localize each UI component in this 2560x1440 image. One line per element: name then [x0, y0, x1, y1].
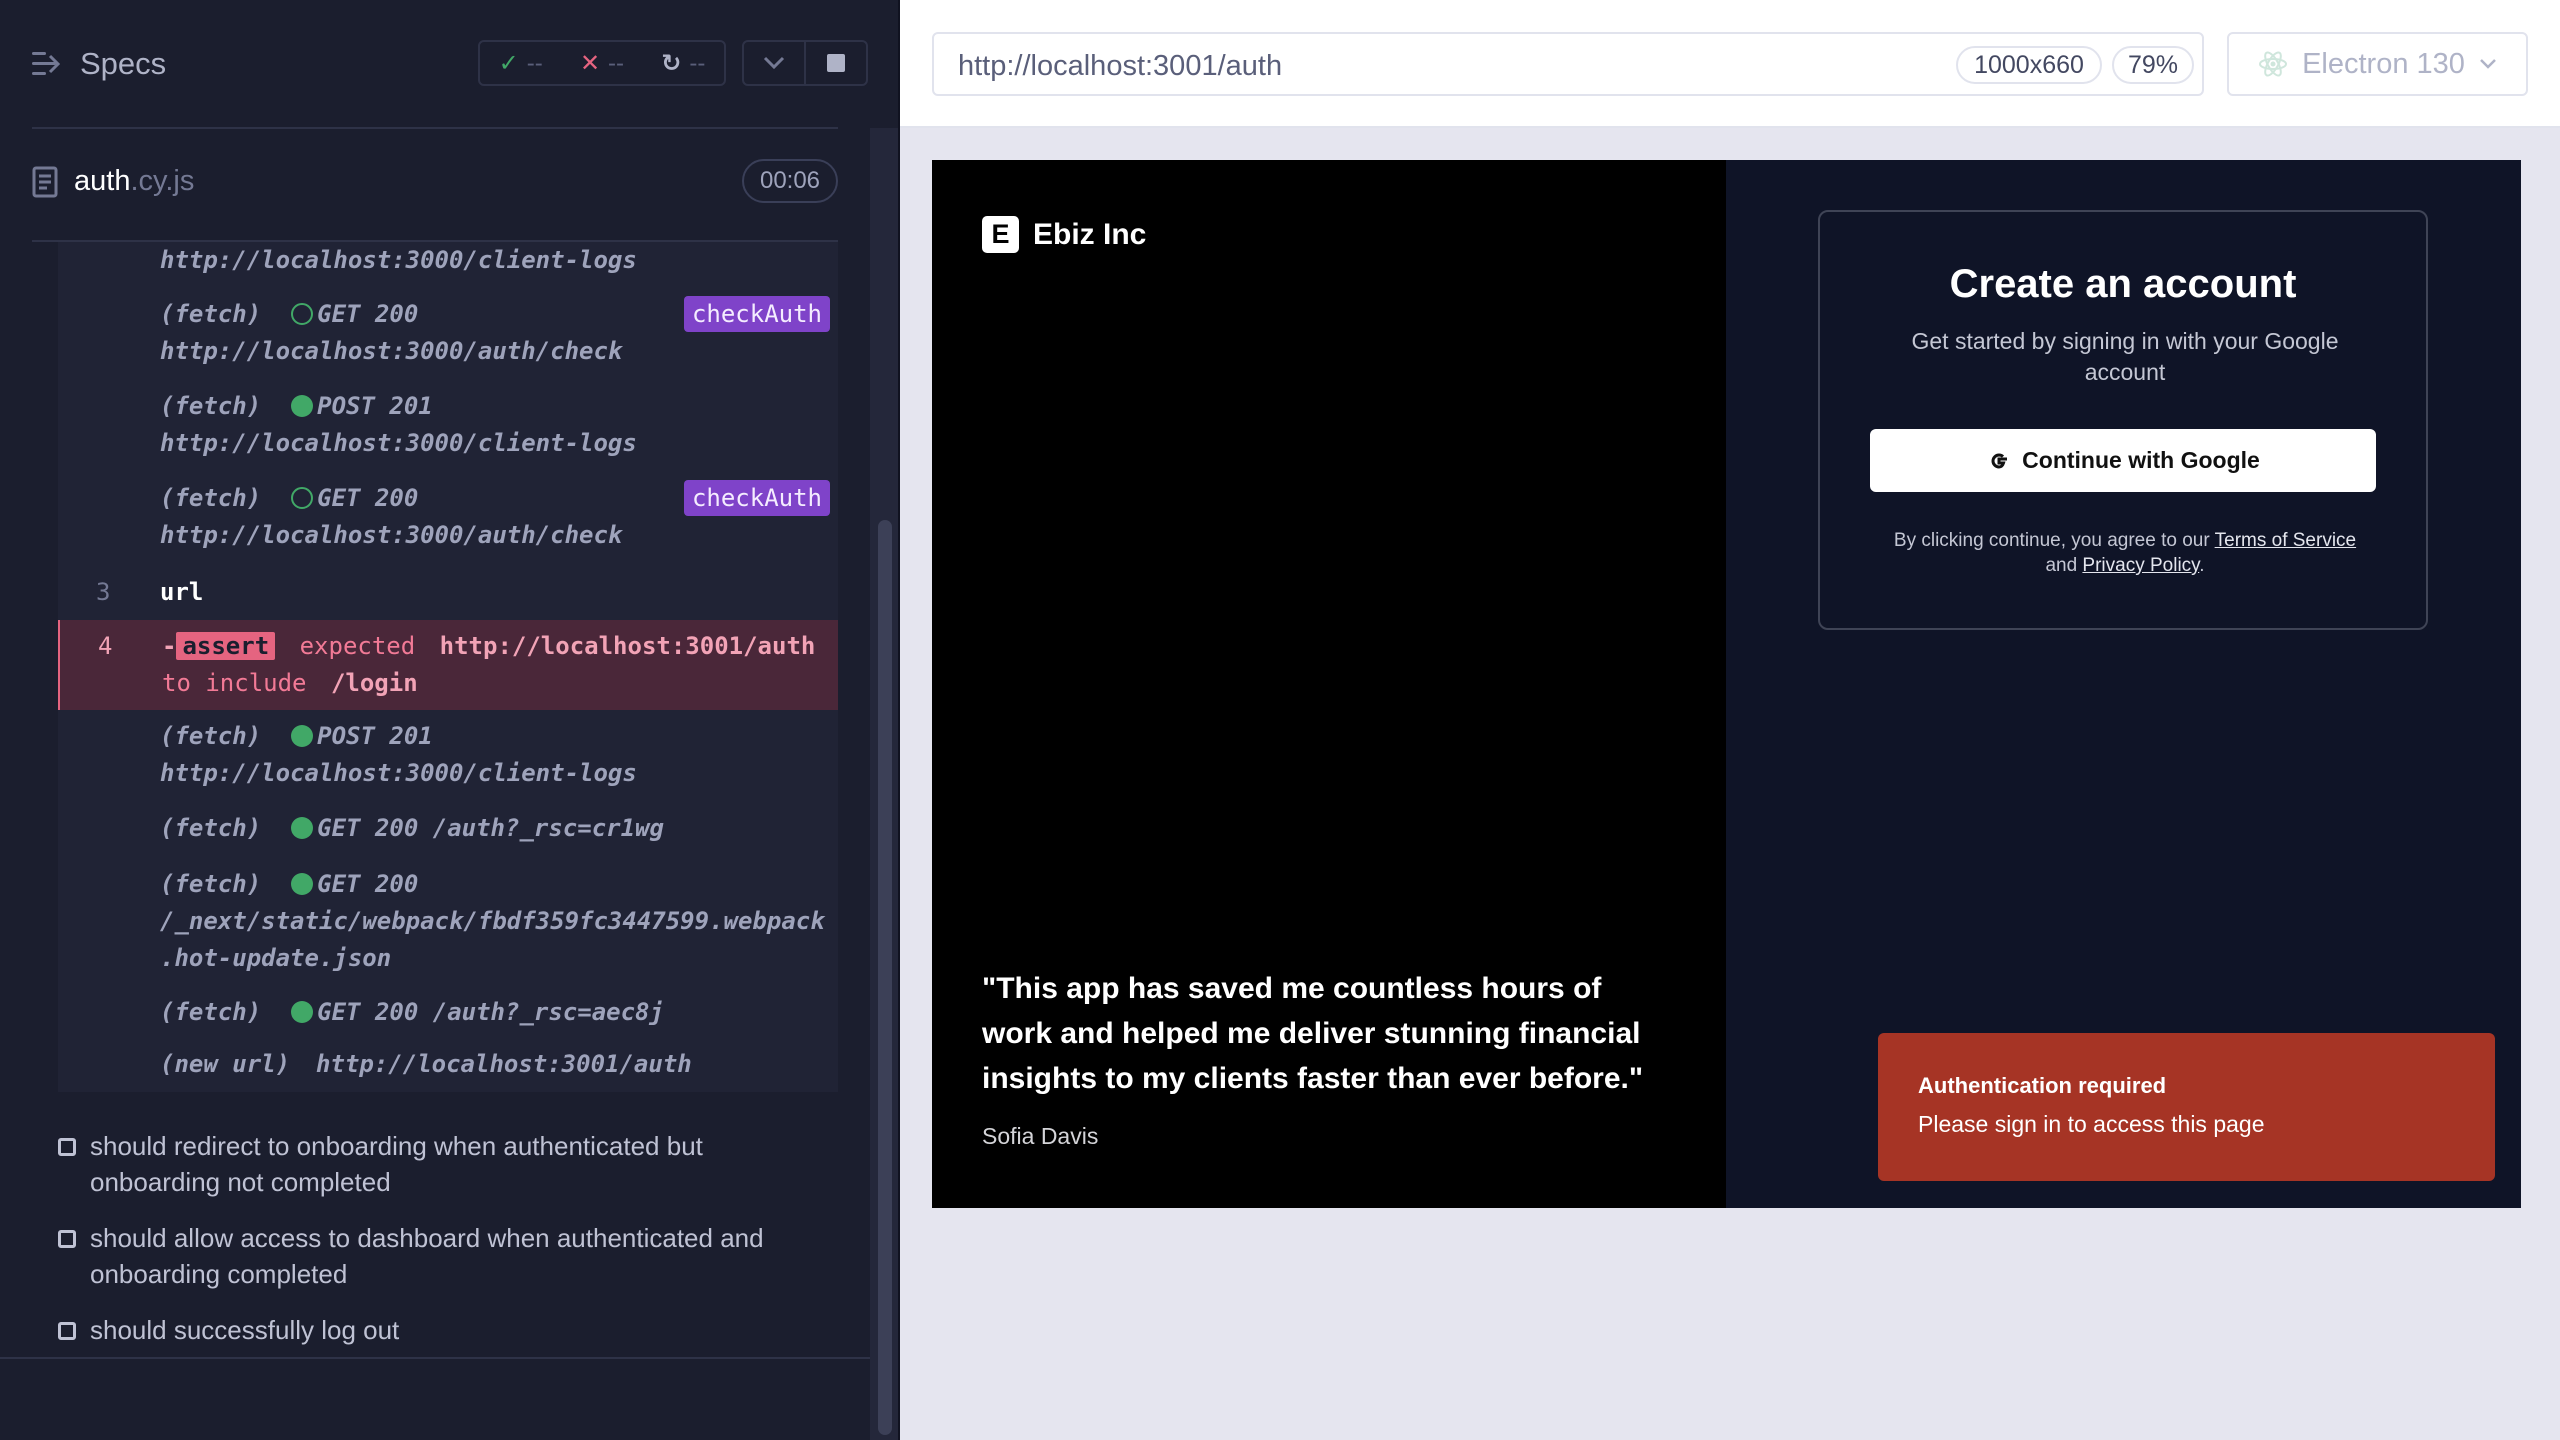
- electron-icon: [2259, 51, 2288, 77]
- google-signin-button[interactable]: Continue with Google: [1870, 429, 2376, 492]
- cypress-reporter: Specs ✓ -- ✕ -- ↻ -- auth.cy.js 00:06 http:…: [0, 0, 900, 1440]
- success-dot-icon: [291, 817, 314, 839]
- privacy-link[interactable]: Privacy Policy: [2082, 555, 2199, 576]
- brand-name: Ebiz Inc: [1033, 217, 1147, 251]
- specs-title: Specs: [80, 46, 167, 81]
- passed-stat: ✓ --: [498, 49, 543, 77]
- document-icon: [32, 166, 58, 197]
- error-toast[interactable]: Authentication required Please sign in t…: [1878, 1033, 2495, 1181]
- cross-icon: ✕: [579, 49, 601, 77]
- command-url[interactable]: 3 url: [58, 570, 838, 616]
- panel-divider[interactable]: [898, 0, 900, 1440]
- success-dot-icon: [291, 1001, 314, 1023]
- log-entry[interactable]: (fetch) GET 200 /auth?_rsc=cr1wg: [58, 810, 838, 850]
- test-pending-icon: [58, 1230, 76, 1248]
- command-log: http://localhost:3000/client-logs (fetch…: [58, 242, 838, 1092]
- assert-badge: assert: [176, 632, 276, 660]
- command-assert-failed[interactable]: 4 - assert expected http://localhost:3001…: [58, 620, 838, 710]
- terms-link[interactable]: Terms of Service: [2215, 530, 2356, 551]
- alias-badge: checkAuth: [683, 480, 830, 516]
- stop-button[interactable]: [804, 42, 866, 84]
- log-entry[interactable]: (fetch) POST 201 http://localhost:3000/cli…: [58, 388, 838, 468]
- toast-message: Please sign in to access this page: [1918, 1111, 2265, 1137]
- test-item[interactable]: should allow access to dashboard when au…: [58, 1220, 838, 1296]
- terms-text: By clicking continue, you agree to our T…: [1893, 530, 2357, 576]
- duration-badge: 00:06: [742, 159, 838, 203]
- testimonial-quote: "This app has saved me countless hours o…: [982, 972, 1644, 1095]
- brand-logo[interactable]: E Ebiz Inc: [982, 216, 1146, 253]
- google-icon: [1991, 452, 2008, 469]
- log-entry[interactable]: (fetch) GET 200 http://localhost:3000/auth…: [58, 480, 838, 560]
- toast-title: Authentication required: [1918, 1073, 2167, 1098]
- stop-icon: [827, 54, 845, 72]
- log-entry[interactable]: (fetch) GET 200 /auth?_rsc=aec8j: [58, 994, 838, 1034]
- log-entry[interactable]: (fetch) POST 201 http://localhost:3000/cli…: [58, 718, 838, 798]
- spinner-icon: ↻: [661, 49, 682, 77]
- reporter-header: Specs ✓ -- ✕ -- ↻ --: [0, 0, 900, 128]
- spec-file-name[interactable]: auth.cy.js: [32, 165, 194, 198]
- aut-viewport: E Ebiz Inc "This app has saved me countl…: [932, 160, 2521, 1208]
- test-pending-icon: [58, 1322, 76, 1340]
- chevron-down-icon: [763, 56, 785, 70]
- specs-toggle[interactable]: Specs: [32, 46, 166, 82]
- browser-label: Electron 130: [2302, 47, 2465, 80]
- expand-button[interactable]: [744, 42, 804, 84]
- log-entry[interactable]: (new url) http://localhost:3001/auth: [58, 1046, 838, 1086]
- test-item[interactable]: should successfully log out: [58, 1312, 838, 1352]
- success-dot-icon: [291, 873, 314, 895]
- test-item[interactable]: should redirect to onboarding when authe…: [58, 1128, 838, 1204]
- testimonial-panel: E Ebiz Inc "This app has saved me countl…: [932, 160, 1726, 1208]
- zoom-badge[interactable]: 79%: [2112, 46, 2194, 84]
- card-title: Create an account: [1949, 262, 2297, 306]
- card-subtitle: Get started by signing in with your Goog…: [1911, 328, 2339, 385]
- log-entry[interactable]: (fetch) GET 200/_next/static/webpack/fbdf…: [58, 866, 838, 978]
- pending-dot-icon: [291, 487, 314, 509]
- pending-dot-icon: [291, 303, 314, 325]
- test-stats: ✓ -- ✕ -- ↻ --: [478, 40, 726, 86]
- success-dot-icon: [291, 395, 314, 417]
- aut-header: http://localhost:3001/auth 1000x660 79% …: [900, 0, 2560, 128]
- signup-card: Create an account Get started by signing…: [1818, 210, 2428, 630]
- viewport-size-badge[interactable]: 1000x660: [1956, 46, 2102, 84]
- check-icon: ✓: [498, 49, 519, 77]
- failed-stat: ✕ --: [579, 49, 625, 77]
- chevron-down-icon: [2480, 59, 2496, 69]
- spec-file-row: auth.cy.js 00:06: [32, 155, 838, 211]
- google-button-label: Continue with Google: [2022, 447, 2260, 473]
- runner-controls: [742, 40, 868, 86]
- auth-panel: Create an account Get started by signing…: [1726, 160, 2521, 1208]
- specs-list-icon: [32, 50, 62, 78]
- success-dot-icon: [291, 725, 314, 747]
- alias-badge: checkAuth: [683, 296, 830, 332]
- browser-selector[interactable]: Electron 130: [2227, 32, 2528, 96]
- testimonial-author: Sofia Davis: [982, 1123, 1099, 1149]
- aut-url: http://localhost:3001/auth: [958, 50, 1283, 82]
- log-entry[interactable]: (fetch) GET 200 http://localhost:3000/auth…: [58, 296, 838, 376]
- brand-mark-icon: E: [982, 216, 1019, 253]
- aut-url-bar[interactable]: http://localhost:3001/auth 1000x660 79%: [932, 32, 2204, 96]
- reporter-scrollbar-thumb[interactable]: [878, 520, 892, 1435]
- test-pending-icon: [58, 1138, 76, 1156]
- pending-stat: ↻ --: [661, 49, 706, 77]
